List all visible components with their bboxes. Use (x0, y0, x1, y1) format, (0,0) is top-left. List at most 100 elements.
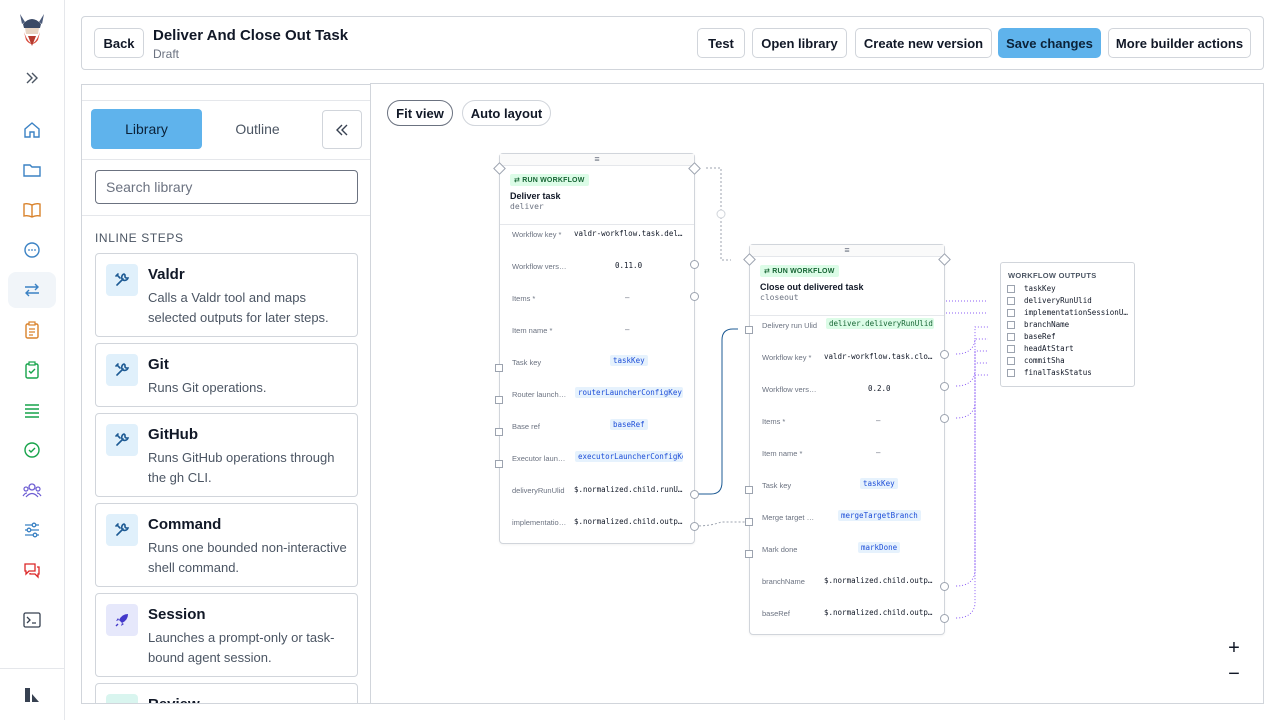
clipboard-check-icon[interactable] (20, 358, 44, 382)
library-item-review[interactable]: Review (95, 683, 358, 703)
wrench-icon (106, 514, 138, 546)
library-item-desc: Runs Git operations. (148, 380, 267, 395)
zoom-in-button[interactable]: + (1221, 635, 1247, 661)
output-checkbox[interactable] (1007, 309, 1015, 317)
output-port[interactable] (690, 292, 699, 301)
library-item-session[interactable]: Session Launches a prompt-only or task-b… (95, 593, 358, 677)
viking-logo-icon[interactable] (16, 10, 48, 52)
output-checkbox[interactable] (1007, 321, 1015, 329)
edge-deliveryRunUlid (695, 328, 738, 495)
node-row[interactable]: Workflow key *valdr-workflow.task.closeo… (750, 343, 944, 375)
settings-icon[interactable] (20, 683, 44, 707)
input-port[interactable] (745, 486, 753, 494)
output-port[interactable] (940, 382, 949, 391)
output-port[interactable] (690, 522, 699, 531)
users-icon[interactable] (20, 478, 44, 502)
node-row[interactable]: Mark done markDone (750, 535, 944, 567)
node-row[interactable]: baseRef $.normalized.child.outputs (750, 599, 944, 631)
node-row[interactable]: Merge target branchmergeTargetBranch (750, 503, 944, 535)
node-type-badge: ⇄ RUN WORKFLOW (760, 265, 839, 277)
workflow-icon[interactable] (8, 272, 56, 308)
node-close-out-delivered-task[interactable]: ≡ ⇄ RUN WORKFLOW Close out delivered tas… (749, 244, 945, 635)
save-changes-button[interactable]: Save changes (998, 28, 1101, 58)
library-item-name: Session (148, 606, 206, 623)
node-row[interactable]: Workflow version 0.2.0 (750, 375, 944, 407)
sliders-icon[interactable] (20, 518, 44, 542)
node-row[interactable]: Workflow version 0.11.0 (500, 252, 694, 284)
node-row[interactable]: Task key taskKey (750, 471, 944, 503)
home-icon[interactable] (20, 118, 44, 142)
output-port[interactable] (940, 614, 949, 623)
drag-handle-icon[interactable]: ≡ (750, 245, 944, 257)
output-checkbox[interactable] (1007, 285, 1015, 293)
node-row[interactable]: deliveryRunUlid $.normalized.child.runUli… (500, 476, 694, 508)
output-port[interactable] (690, 490, 699, 499)
chat-icon[interactable] (20, 238, 44, 262)
clipboard-icon[interactable] (20, 318, 44, 342)
workflow-outputs-node[interactable]: WORKFLOW OUTPUTS taskKey deliveryRunUlid… (1000, 262, 1135, 387)
input-port[interactable] (495, 428, 503, 436)
folder-icon[interactable] (20, 158, 44, 182)
tab-library[interactable]: Library (91, 109, 202, 149)
output-checkbox[interactable] (1007, 345, 1015, 353)
output-port[interactable] (940, 350, 949, 359)
node-row[interactable]: Base ref baseRef (500, 412, 694, 444)
test-button[interactable]: Test (697, 28, 745, 58)
library-item-desc: Runs GitHub operations through the gh CL… (148, 450, 335, 485)
builder-header: Back Deliver And Close Out Task Draft Te… (81, 16, 1264, 70)
output-checkbox[interactable] (1007, 369, 1015, 377)
check-circle-icon[interactable] (20, 438, 44, 462)
edge-implementation (694, 521, 748, 527)
output-checkbox[interactable] (1007, 357, 1015, 365)
output-port[interactable] (940, 414, 949, 423)
terminal-icon[interactable] (20, 608, 44, 632)
output-port[interactable] (940, 582, 949, 591)
output-checkbox[interactable] (1007, 333, 1015, 341)
input-port[interactable] (745, 518, 753, 526)
node-row[interactable]: Items * – (750, 407, 944, 439)
messages-icon[interactable] (20, 558, 44, 582)
node-row[interactable]: Items * – (500, 284, 694, 316)
open-library-button[interactable]: Open library (752, 28, 847, 58)
node-row[interactable]: Router launcher configrouterLauncherConf… (500, 380, 694, 412)
list-icon[interactable] (20, 398, 44, 422)
node-row[interactable]: branchName $.normalized.child.outputs (750, 567, 944, 599)
node-row[interactable]: implementationSessionUlid$.normalized.ch… (500, 508, 694, 540)
node-row[interactable]: Task key taskKey (500, 348, 694, 380)
node-row[interactable]: Executor launcher configexecutorLauncher… (500, 444, 694, 476)
node-row[interactable]: Delivery run Ulid deliver.deliveryRunUlid (750, 311, 944, 343)
node-deliver-task[interactable]: ≡ ⇄ RUN WORKFLOW Deliver task deliver Wo… (499, 153, 695, 544)
library-item-name: Review (148, 696, 200, 703)
more-builder-actions-button[interactable]: More builder actions (1108, 28, 1251, 58)
input-port[interactable] (495, 396, 503, 404)
search-library-input[interactable] (95, 170, 358, 204)
node-row[interactable]: Item name * – (500, 316, 694, 348)
input-port[interactable] (745, 326, 753, 334)
node-type-badge: ⇄ RUN WORKFLOW (510, 174, 589, 186)
tab-outline[interactable]: Outline (202, 109, 313, 149)
node-row[interactable]: Item name * – (750, 439, 944, 471)
output-checkbox[interactable] (1007, 297, 1015, 305)
library-item-command[interactable]: Command Runs one bounded non-interactive… (95, 503, 358, 587)
wrench-icon (106, 354, 138, 386)
library-item-valdr[interactable]: Valdr Calls a Valdr tool and maps select… (95, 253, 358, 337)
expand-rail-icon[interactable] (20, 66, 44, 90)
drag-handle-icon[interactable]: ≡ (500, 154, 694, 166)
library-item-git[interactable]: Git Runs Git operations. (95, 343, 358, 407)
back-button[interactable]: Back (94, 28, 144, 58)
collapse-panel-button[interactable] (322, 110, 362, 149)
book-icon[interactable] (20, 198, 44, 222)
status-text: Draft (153, 47, 180, 61)
output-item: commitSha (1024, 356, 1065, 365)
library-item-desc: Runs one bounded non-interactive shell c… (148, 540, 347, 575)
input-port[interactable] (495, 364, 503, 372)
create-new-version-button[interactable]: Create new version (855, 28, 992, 58)
zoom-out-button[interactable]: − (1221, 661, 1247, 687)
library-item-github[interactable]: GitHub Runs GitHub operations through th… (95, 413, 358, 497)
input-port[interactable] (745, 550, 753, 558)
library-item-desc: Calls a Valdr tool and maps selected out… (148, 290, 329, 325)
node-row[interactable]: Workflow key * valdr-workflow.task.delive… (500, 220, 694, 252)
workflow-canvas[interactable]: Fit view Auto layout ≡ ⇄ RUN WORKFLOW De… (370, 83, 1264, 704)
input-port[interactable] (495, 460, 503, 468)
output-port[interactable] (690, 260, 699, 269)
